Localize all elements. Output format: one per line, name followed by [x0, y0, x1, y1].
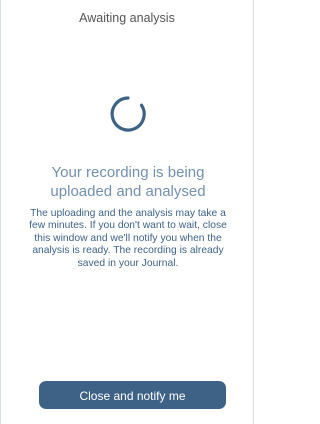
awaiting-analysis-screen: Awaiting analysis Your recording is bein…: [0, 0, 254, 424]
loading-spinner-icon: [110, 96, 146, 132]
status-message: The uploading and the analysis may take …: [29, 208, 227, 269]
page-title: Awaiting analysis: [79, 11, 175, 25]
close-and-notify-button[interactable]: Close and notify me: [39, 381, 226, 409]
status-heading: Your recording is being uploaded and ana…: [50, 164, 206, 200]
